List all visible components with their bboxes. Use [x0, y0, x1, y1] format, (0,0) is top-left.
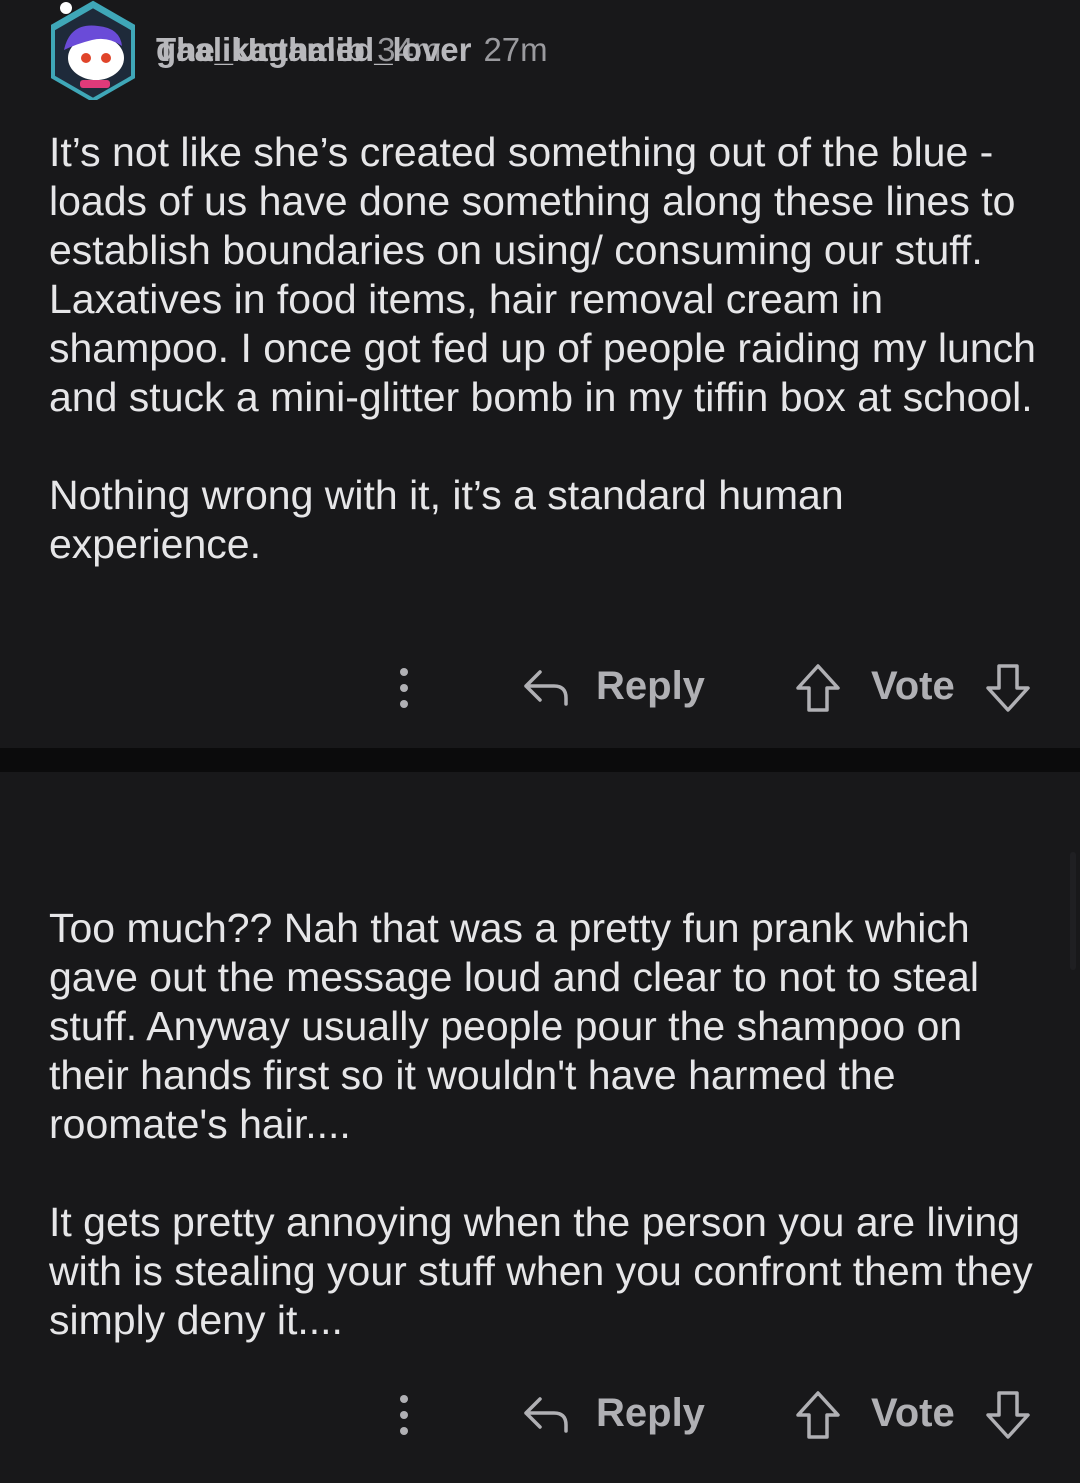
comment-paragraph: Too much?? Nah that was a pretty fun pra…: [49, 905, 979, 1147]
avatar[interactable]: [48, 0, 138, 100]
vote-score: Vote: [871, 1391, 955, 1435]
comment-actions: Reply Vote: [0, 1385, 1080, 1445]
comment-header: The_Untamed_lover 27m: [48, 0, 548, 100]
comment-actions: Reply Vote: [0, 658, 1080, 718]
comment-body: Too much?? Nah that was a pretty fun pra…: [49, 904, 1049, 1345]
upvote-icon[interactable]: [794, 1389, 842, 1441]
reply-icon[interactable]: [520, 1391, 572, 1439]
comment-paragraph: Nothing wrong with it, it’s a standard h…: [49, 472, 844, 567]
comment-paragraph: It’s not like she’s created something ou…: [49, 129, 1036, 420]
comment-body: It’s not like she’s created something ou…: [49, 128, 1049, 569]
reply-icon[interactable]: [520, 664, 572, 712]
reply-button[interactable]: Reply: [596, 1391, 705, 1436]
downvote-icon[interactable]: [984, 1389, 1032, 1441]
comment-divider: [0, 748, 1080, 772]
reply-button[interactable]: Reply: [596, 664, 705, 709]
comment-paragraph: It gets pretty annoying when the person …: [49, 1199, 1033, 1343]
author-name[interactable]: The_Untamed_lover: [156, 31, 471, 69]
timestamp: 27m: [483, 31, 548, 68]
more-options-icon[interactable]: [392, 1393, 416, 1437]
downvote-icon[interactable]: [984, 662, 1032, 714]
scrollbar[interactable]: [1070, 852, 1076, 970]
vote-score: Vote: [871, 664, 955, 708]
upvote-icon[interactable]: [794, 662, 842, 714]
more-options-icon[interactable]: [392, 666, 416, 710]
